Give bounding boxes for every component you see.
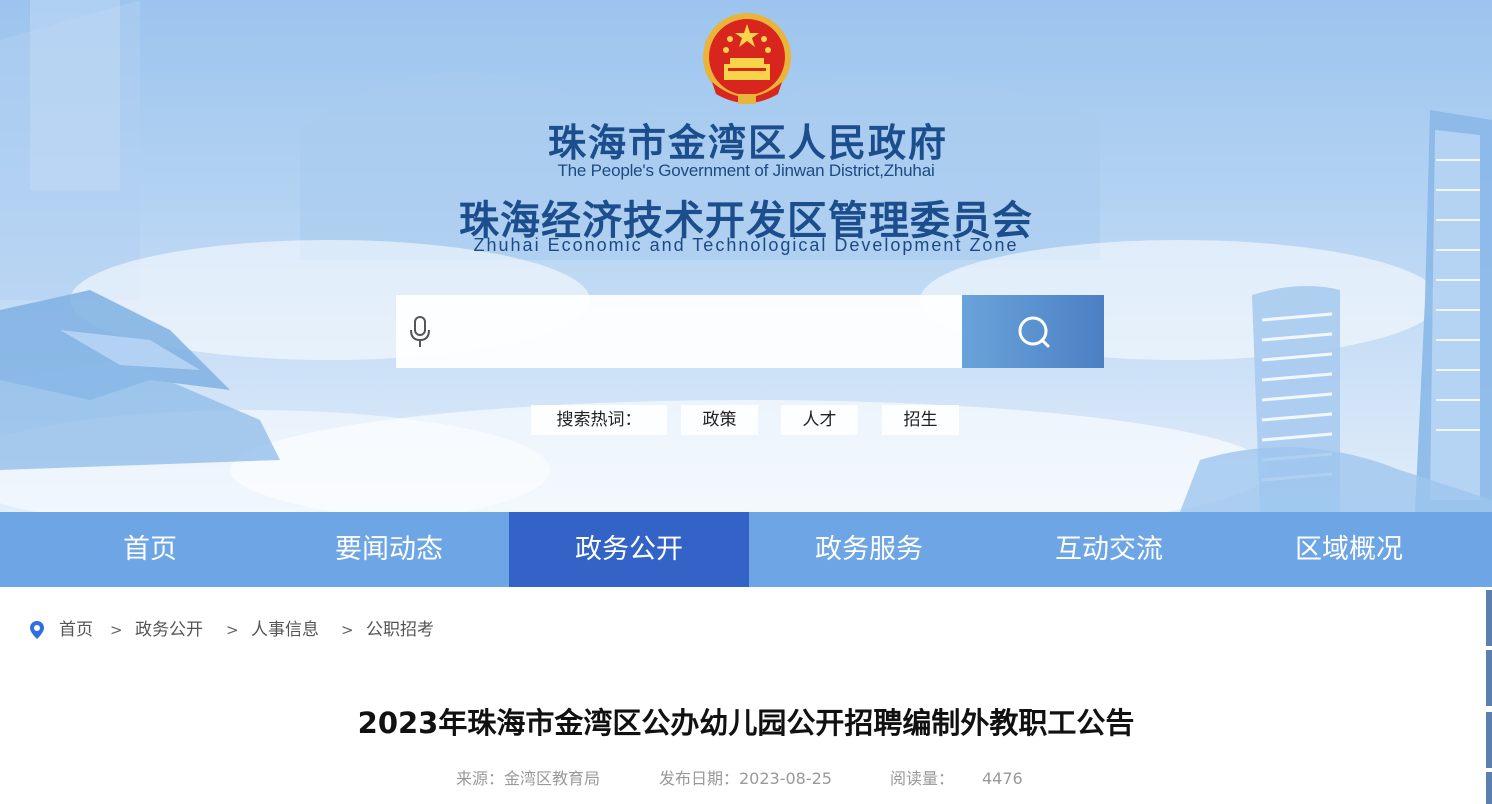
breadcrumb-personnel-info[interactable]: 人事信息 — [251, 618, 319, 642]
article-source: 来源：金湾区教育局 — [456, 769, 601, 788]
nav-item-interaction[interactable]: 互动交流 — [989, 512, 1229, 587]
breadcrumb-home[interactable]: 首页 — [59, 618, 93, 642]
nav-item-news[interactable]: 要闻动态 — [269, 512, 509, 587]
side-edge-strip — [1486, 772, 1492, 804]
breadcrumb-separator: > — [110, 621, 123, 639]
hot-words-label: 搜索热词： — [531, 405, 667, 435]
nav-item-home[interactable]: 首页 — [30, 512, 270, 587]
breadcrumb-civil-exam[interactable]: 公职招考 — [366, 618, 434, 642]
national-emblem-icon — [703, 13, 791, 104]
nav-item-government-affairs[interactable]: 政务公开 — [509, 512, 749, 587]
article-views-count: 4476 — [982, 769, 1023, 788]
side-edge-strip — [1486, 712, 1492, 768]
search-input[interactable] — [448, 300, 952, 364]
hot-word-talent[interactable]: 人才 — [781, 405, 858, 435]
search-button[interactable] — [962, 295, 1104, 368]
article-date: 发布日期：2023-08-25 — [659, 769, 832, 788]
nav-item-government-services[interactable]: 政务服务 — [749, 512, 989, 587]
breadcrumb-separator: > — [226, 621, 239, 639]
breadcrumb-government-affairs[interactable]: 政务公开 — [135, 618, 203, 642]
search-icon — [1018, 316, 1050, 348]
microphone-icon[interactable] — [410, 316, 430, 348]
side-edge-strip — [1486, 590, 1492, 646]
location-pin-icon — [30, 621, 44, 639]
breadcrumb-separator: > — [341, 621, 354, 639]
main-nav: 首页 要闻动态 政务公开 政务服务 互动交流 区域概况 — [0, 512, 1492, 587]
hot-word-enrollment[interactable]: 招生 — [882, 405, 959, 435]
hot-word-policy[interactable]: 政策 — [681, 405, 758, 435]
site-title-cn: 珠海市金湾区人民政府 — [547, 121, 948, 165]
article-views-label: 阅读量： — [890, 769, 955, 788]
side-edge-strip — [1486, 650, 1492, 706]
nav-item-region-overview[interactable]: 区域概况 — [1229, 512, 1469, 587]
header-banner: 珠海市金湾区人民政府 The People's Government of Ji… — [0, 0, 1492, 512]
article-title: 2023年珠海市金湾区公办幼儿园公开招聘编制外教职工公告 — [357, 706, 1135, 740]
site-subtitle-en: Zhuhai Economic and Technological Develo… — [473, 235, 1019, 255]
site-title-en: The People's Government of Jinwan Distri… — [557, 161, 935, 180]
